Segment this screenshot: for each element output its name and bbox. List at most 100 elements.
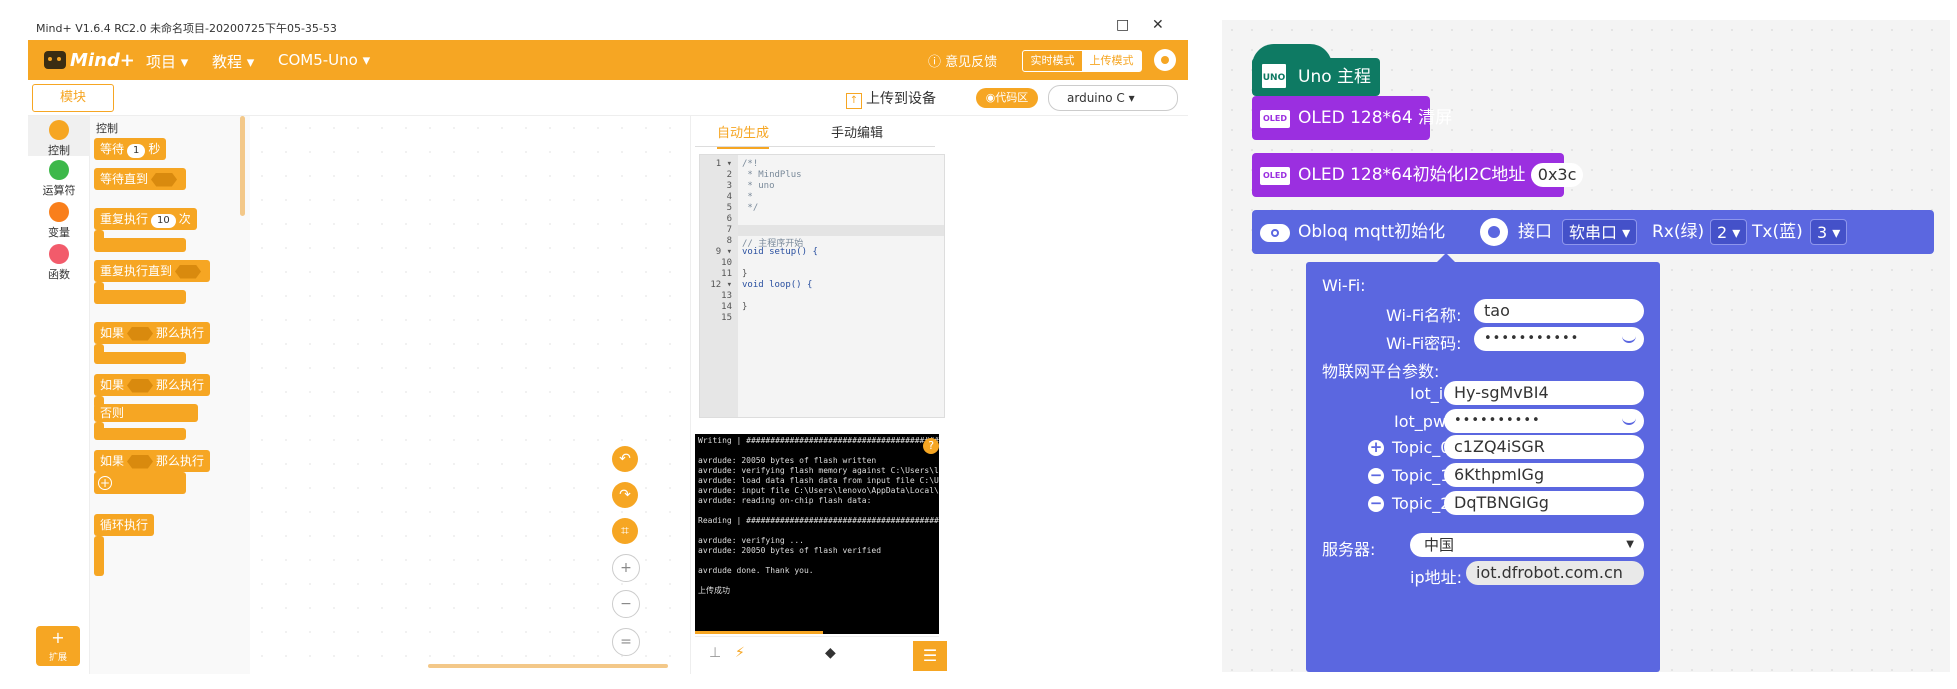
block-program-canvas[interactable]: UNO Uno 主程序 OLED OLED 128*64 清屏 OLED OLE… [1222,20,1950,672]
terminal-line: avrdude: 20050 bytes of flash written [698,456,877,465]
block-wait-until[interactable]: 等待直到 [94,168,187,190]
crop-icon[interactable]: ⌗ [612,518,638,544]
upload-to-device-button[interactable]: ↑ 上传到设备 [846,88,936,109]
maximize-icon[interactable]: □ [1116,17,1129,33]
block-obloq-init[interactable]: Obloq mqtt初始化 接口 软串口 ▾ Rx(绿) 2 ▾ Tx(蓝) 3… [1252,210,1934,254]
redo-icon[interactable]: ↷ [612,482,638,508]
category-operators[interactable]: 运算符 [28,160,90,198]
workspace-scrollbar[interactable] [428,664,668,668]
wifi-password-input[interactable]: ••••••••••• [1474,327,1644,351]
boolean-slot[interactable] [175,264,202,279]
help-circle-icon: ⓘ [928,55,942,70]
block-if-else[interactable]: 如果 那么执行 [94,374,211,396]
extension-button[interactable]: + 扩展 [36,626,80,666]
tab-auto-generate[interactable]: 自动生成 [717,122,770,149]
title-bar: Mind+ V1.6.4 RC2.0 未命名项目-20200725下午05-35… [28,14,1188,40]
i2c-address-input[interactable]: 0x3c [1530,163,1584,187]
block-wait[interactable]: 等待 1 秒 [94,138,167,160]
block-repeat[interactable]: 重复执行 10 次 [94,208,197,230]
mode-realtime[interactable]: 实时模式 [1023,51,1082,71]
block-oled-clear[interactable]: OLED OLED 128*64 清屏 [1252,96,1452,140]
rx-dropdown[interactable]: 2 ▾ [1710,219,1748,245]
settings-gear-icon[interactable] [1480,218,1508,246]
block-text: 如果 [100,326,125,340]
boolean-slot[interactable] [127,378,154,393]
menu-project[interactable]: 项目 ▾ [146,51,188,72]
help-icon[interactable]: ? [923,438,939,454]
logo-text: Mind+ [70,50,135,71]
ip-address-input[interactable]: iot.dfrobot.com.cn [1466,561,1644,585]
board-select[interactable]: arduino C ▾ [1048,85,1178,111]
eye-closed-icon[interactable] [1622,415,1636,425]
tab-manual-edit[interactable]: 手动编辑 [831,122,883,141]
iot-pwd-input[interactable]: •••••••••• [1444,409,1644,433]
block-loop[interactable]: 循环执行 [94,514,155,536]
block-if-then[interactable]: 如果 那么执行 [94,322,211,344]
terminal-line: avrdude: load data flash data from input… [698,476,939,485]
palette-scrollbar[interactable] [240,116,245,216]
remove-topic-minus-icon[interactable]: − [1368,496,1384,512]
mode-upload[interactable]: 上传模式 [1082,51,1141,71]
code-line: * MindPlus [742,170,802,180]
oled-icon: OLED [1260,167,1290,185]
close-icon[interactable]: ✕ [1152,17,1164,33]
topic0-input[interactable]: c1ZQ4iSGR [1444,435,1644,459]
list-icon[interactable]: ☰ [913,641,947,671]
port-dropdown[interactable]: 软串口 ▾ [1562,219,1638,245]
block-slot[interactable]: 10 [151,214,176,228]
add-topic-plus-icon[interactable]: + [1368,440,1384,456]
erase-icon[interactable]: ◆ [825,645,836,661]
eye-closed-icon[interactable] [1622,333,1636,343]
topic2-input[interactable]: DqTBNGIGg [1444,491,1644,515]
menu-tutorial[interactable]: 教程 ▾ [212,51,254,72]
plus-icon: + [51,628,65,647]
tab-modules[interactable]: 模块 [32,84,114,112]
iot-id-input[interactable]: Hy-sgMvBI4 [1444,381,1644,405]
block-slot[interactable]: 1 [127,144,146,158]
menu-port[interactable]: COM5-Uno ▾ [278,51,370,69]
code-area-toggle[interactable]: ◉代码区 [976,88,1038,108]
zoom-out-icon[interactable]: − [612,590,640,618]
zoom-in-icon[interactable]: + [612,554,640,582]
boolean-slot[interactable] [127,326,154,341]
undo-icon[interactable]: ↶ [612,446,638,472]
current-line-highlight [738,225,944,236]
category-control[interactable]: 控制 [28,116,90,157]
boolean-slot[interactable] [127,454,154,469]
remove-topic-minus-icon[interactable]: − [1368,468,1384,484]
usb-icon[interactable]: ⊥ [709,645,721,661]
upload-progress [695,631,823,634]
c-block-foot [94,352,186,364]
wifi-name-input[interactable]: tao [1474,299,1644,323]
block-oled-init[interactable]: OLED OLED 128*64初始化I2C地址 0x3c [1252,153,1584,197]
category-functions[interactable]: 函数 [28,244,90,282]
settings-gear-icon[interactable] [1154,49,1176,71]
code-tabs: 自动生成 手动编辑 [695,116,935,149]
add-else-plus-icon[interactable]: + [98,476,112,490]
category-variables[interactable]: 变量 [28,202,90,240]
boolean-slot[interactable] [151,172,178,187]
terminal-line: avrdude: verifying ... [698,536,804,545]
feedback-label: 意见反馈 [945,55,998,70]
obloq-settings-popup: Wi-Fi: Wi-Fi名称: tao Wi-Fi密码: •••••••••••… [1306,253,1660,672]
block-uno-main[interactable]: UNO Uno 主程序 [1252,44,1380,125]
plug-icon[interactable]: ⚡ [735,645,745,661]
wifi-section-heading: Wi-Fi: [1322,276,1366,295]
block-repeat-until[interactable]: 重复执行直到 [94,260,211,282]
terminal-line: avrdude: 20050 bytes of flash verified [698,546,882,555]
mode-toggle[interactable]: 实时模式 上传模式 [1022,50,1142,72]
zoom-reset-icon[interactable]: = [612,628,640,656]
serial-terminal[interactable]: Writing | ##############################… [695,434,939,634]
category-label: 控制 [48,144,70,157]
terminal-footer: ⊥ ⚡ ◆ ☰ [695,636,947,671]
iot-section-heading: 物联网平台参数: [1322,362,1440,381]
server-select[interactable]: 中国 ▼ [1410,533,1644,557]
code-editor[interactable]: 1 ▾ 2 3 4 5 6 7 8 9 ▾ 10 11 12 ▾ 13 14 15 /*! * MindPl… [699,154,945,418]
block-if-then-plus[interactable]: 如果 那么执行 [94,450,211,472]
tx-dropdown[interactable]: 3 ▾ [1810,219,1848,245]
category-dot-icon [49,160,69,180]
oled-clear-label: OLED 128*64 清屏 [1298,108,1453,128]
feedback-button[interactable]: ⓘ 意见反馈 [928,51,997,70]
topic1-input[interactable]: 6KthpmIGg [1444,463,1644,487]
code-line: * uno [742,181,775,191]
